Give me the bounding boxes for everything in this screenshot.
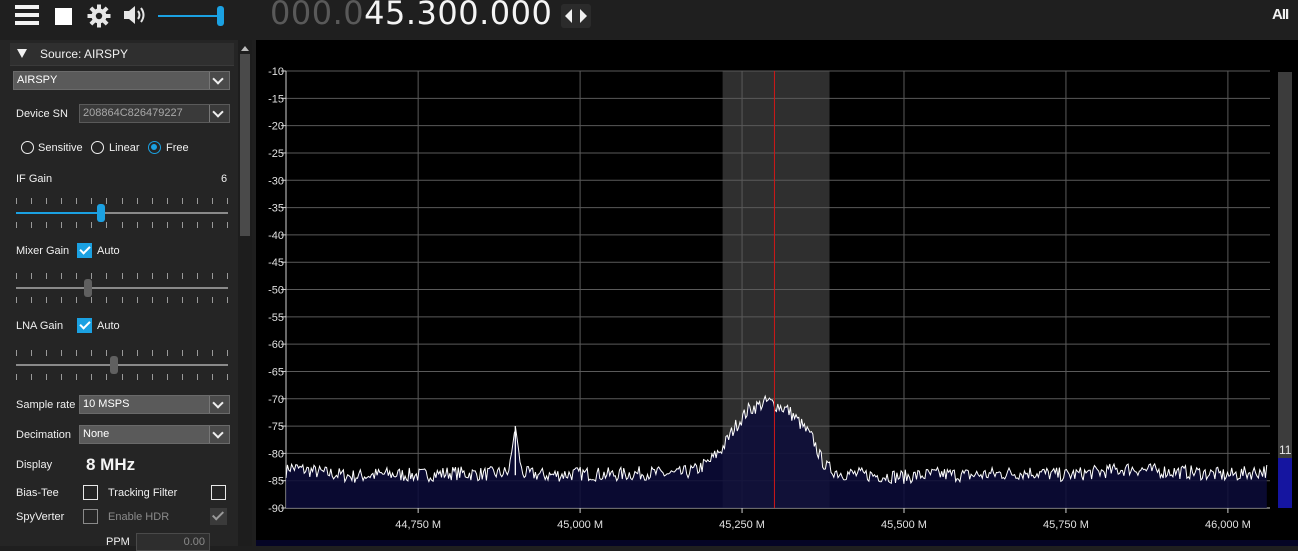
lna-gain-slider[interactable] [16,350,228,380]
frequency-digits[interactable]: 45.300.000 [364,0,552,32]
source-select-value: AIRSPY [17,74,58,86]
spyverter-checkbox[interactable] [83,509,98,524]
radio-sensitive-label[interactable]: Sensitive [38,142,83,154]
frequency-display[interactable]: 000.045.300.000 [270,0,552,32]
source-panel-title: Source: AIRSPY [40,47,129,61]
hamburger-menu-icon[interactable] [14,3,40,29]
scrollbar-thumb[interactable] [240,54,250,236]
spectrum-plot[interactable]: -10 -15 -20 -25 -30 -35 -40 -45 -50 -55 -60 -65 -70 -… [256,40,1298,540]
y-tick-label: -75 [268,421,284,433]
decimation-value: None [83,428,110,440]
enable-hdr-label: Enable HDR [108,511,170,523]
y-tick-label: -85 [268,476,284,488]
chevron-down-icon[interactable] [209,105,229,122]
radio-linear[interactable] [91,141,104,154]
spyverter-label: SpyVerter [16,511,65,523]
chevron-down-icon[interactable] [209,396,229,413]
bias-tee-label: Bias-Tee [16,487,59,499]
speaker-icon[interactable] [122,3,148,27]
source-select[interactable]: AIRSPY [13,71,230,90]
display-label: Display [16,459,53,471]
mixer-gain-label: Mixer Gain [16,245,70,257]
x-tick-label: 45,250 M [719,519,765,531]
y-tick-label: -30 [268,175,284,187]
decimation-select[interactable]: None [79,425,230,444]
y-tick-label: -80 [268,448,284,460]
y-tick-label: -35 [268,203,284,215]
spectrum-view[interactable]: -10 -15 -20 -25 -30 -35 -40 -45 -50 -55 -60 -65 -70 -… [256,40,1298,540]
frequency-leading-digits[interactable]: 000.0 [270,0,364,32]
lna-auto-label[interactable]: Auto [97,320,120,332]
mixer-auto-label[interactable]: Auto [97,245,120,257]
lna-auto-checkbox[interactable] [77,318,92,333]
mixer-gain-slider-handle[interactable] [84,279,92,297]
y-tick-label: -10 [268,66,284,78]
y-tick-label: -55 [268,312,284,324]
if-gain-slider-handle[interactable] [97,204,105,222]
collapse-triangle-icon[interactable] [17,49,27,58]
y-tick-label: -70 [268,394,284,406]
y-tick-label: -65 [268,366,284,378]
tracking-filter-label: Tracking Filter [108,487,178,499]
y-tick-label: -45 [268,257,284,269]
device-sn-select[interactable]: 208864C826479227 [79,104,230,123]
lna-gain-slider-handle[interactable] [110,356,118,374]
tracking-filter-checkbox[interactable] [211,485,226,500]
x-tick-label: 44,750 M [395,519,441,531]
sample-rate-select[interactable]: 10 MSPS [79,395,230,414]
source-panel: Source: AIRSPY AIRSPY Device SN 208864C8… [0,40,252,551]
x-tick-label: 45,000 M [557,519,603,531]
stop-icon[interactable] [54,3,80,29]
x-tick-label: 45,750 M [1043,519,1089,531]
scroll-up-icon[interactable] [241,46,249,51]
lna-gain-label: LNA Gain [16,320,64,332]
mixer-auto-checkbox[interactable] [77,243,92,258]
if-gain-label: IF Gain [16,173,53,185]
volume-slider-handle[interactable] [217,6,224,26]
decimation-label: Decimation [16,429,72,441]
y-tick-label: -15 [268,93,284,105]
if-gain-slider[interactable] [16,198,228,228]
device-sn-value: 208864C826479227 [83,107,183,119]
toolbar: 000.045.300.000 AII [0,0,1298,38]
radio-free[interactable] [148,141,161,154]
y-tick-label: -25 [268,148,284,160]
y-tick-label: -20 [268,121,284,133]
x-tick-label: 45,500 M [881,519,927,531]
panel-scrollbar[interactable] [238,40,252,546]
y-tick-label: -50 [268,285,284,297]
chevron-down-icon[interactable] [209,426,229,443]
radio-linear-label[interactable]: Linear [109,142,140,154]
mixer-gain-slider[interactable] [16,273,228,303]
bias-tee-checkbox[interactable] [83,485,98,500]
app-logo: AII [1272,6,1289,23]
ppm-label: PPM [106,536,130,548]
gear-icon[interactable] [86,3,112,29]
waterfall-view[interactable] [256,540,1298,546]
left-right-arrows-icon[interactable] [561,4,591,28]
if-gain-value: 6 [221,173,228,185]
chevron-down-icon[interactable] [209,72,229,89]
ppm-input[interactable]: 0.00 [136,533,210,551]
radio-sensitive[interactable] [21,141,34,154]
y-tick-label: -90 [268,503,284,515]
display-bandwidth-value: 8 MHz [86,455,136,474]
volume-slider[interactable] [158,4,230,28]
x-tick-label: 46,000 M [1205,519,1251,531]
y-tick-label: -40 [268,230,284,242]
enable-hdr-checkbox[interactable] [210,508,227,525]
waterfall-level-label: 11 [1279,443,1292,457]
y-tick-label: -60 [268,339,284,351]
sample-rate-label: Sample rate [16,399,76,411]
spectrum-fill [286,396,1267,508]
source-panel-header[interactable]: Source: AIRSPY [10,43,234,66]
sample-rate-value: 10 MSPS [83,398,130,410]
radio-free-label[interactable]: Free [166,142,189,154]
device-sn-label: Device SN [16,108,68,120]
